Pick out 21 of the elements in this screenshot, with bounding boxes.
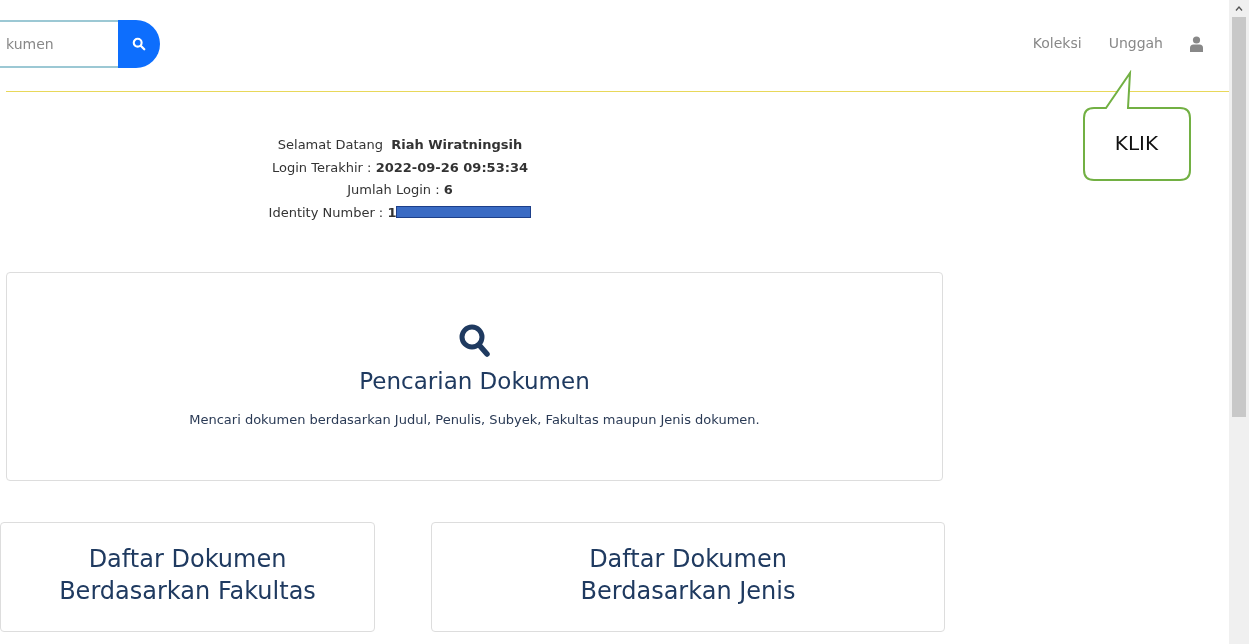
category-card[interactable]: Daftar Dokumen Berdasarkan Jenis xyxy=(431,522,945,632)
welcome-text: Login Terakhir : 2022-09-26 09:53:34 xyxy=(272,159,528,175)
search-field[interactable]: kumen xyxy=(0,19,118,68)
callout-text: KLIK xyxy=(1113,130,1160,157)
card-title: Daftar Dokumen Berdasarkan Fakultas xyxy=(58,544,317,607)
user-icon[interactable] xyxy=(1190,35,1203,52)
scrollbar-thumb[interactable] xyxy=(1232,17,1246,417)
search-button[interactable] xyxy=(118,19,160,68)
card-title: Daftar Dokumen Berdasarkan Jenis xyxy=(579,544,797,607)
search-icon xyxy=(132,36,146,51)
card-description: Mencari dokumen berdasarkan Judul, Penulis, Subyek, Fakultas maupun Jenis dokumen. xyxy=(189,410,760,429)
welcome-text: Jumlah Login : 6 xyxy=(347,182,453,197)
welcome-text: Identity Number : 1 xyxy=(268,204,397,220)
search-icon xyxy=(458,323,491,358)
welcome-text: Selamat Datang Riah Wiratningsih xyxy=(277,137,523,152)
search-card[interactable]: Pencarian Dokumen Mencari dokumen berdasarkan Judul, Penulis, Subyek, Fakultas maupun Jenis dokumen. xyxy=(6,272,943,481)
scroll-up-icon[interactable] xyxy=(1235,6,1243,11)
card-title: Pencarian Dokumen xyxy=(359,367,590,396)
nav-link[interactable]: Koleksi xyxy=(1032,33,1082,54)
category-card[interactable]: Daftar Dokumen Berdasarkan Fakultas xyxy=(0,522,375,632)
nav-link[interactable]: Unggah xyxy=(1108,33,1163,54)
